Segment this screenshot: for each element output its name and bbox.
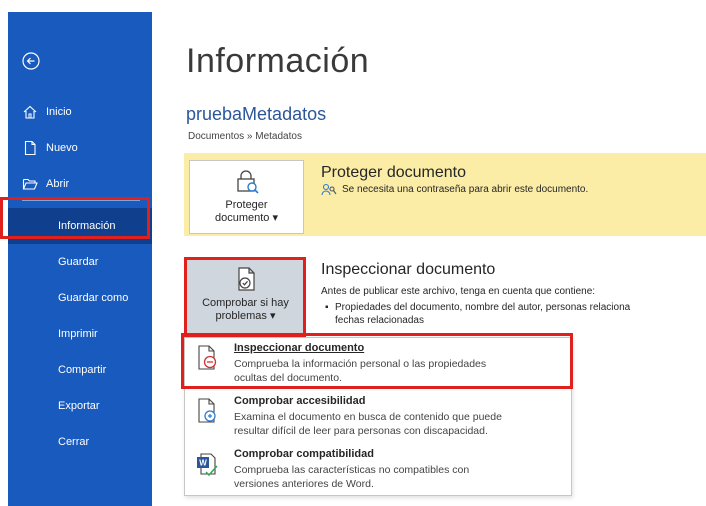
menu-item-desc-line: resultar difícil de leer para personas c… [234, 425, 488, 437]
lock-magnifier-icon [236, 170, 259, 194]
sidebar-item-label: Guardar [58, 256, 99, 268]
sidebar-item-cerrar[interactable]: Cerrar [8, 424, 152, 460]
sidebar-item-nuevo[interactable]: Nuevo [8, 130, 152, 166]
inspect-bullet-text-cont: fechas relacionadas [335, 315, 424, 326]
home-icon [23, 105, 37, 119]
protect-document-button[interactable]: Proteger documento ▾ [189, 160, 304, 234]
sidebar-item-label: Guardar como [58, 292, 129, 304]
sidebar-item-label: Imprimir [58, 328, 98, 340]
backstage-sidebar: Inicio Nuevo Abrir Información Guardar G… [8, 12, 152, 506]
inspect-description: Antes de publicar este archivo, tenga en… [321, 286, 596, 297]
sidebar-main-nav: Información Guardar Guardar como Imprimi… [8, 208, 152, 460]
highlight-box-informacion [0, 197, 150, 239]
sidebar-item-label: Nuevo [46, 142, 78, 154]
protect-title: Proteger documento [321, 164, 466, 181]
menu-item-description: Examina el documento en busca de conteni… [234, 410, 564, 438]
sidebar-item-label: Inicio [46, 106, 72, 118]
sidebar-item-guardar[interactable]: Guardar [8, 244, 152, 280]
page-title: Información [186, 42, 370, 80]
bullet-icon: ▪ [325, 302, 329, 313]
protect-description: Se necesita una contraseña para abrir es… [321, 183, 588, 196]
svg-text:W: W [199, 459, 207, 468]
inspect-title: Inspeccionar documento [321, 261, 496, 278]
sidebar-item-label: Abrir [46, 178, 70, 190]
highlight-box-check-button [184, 257, 306, 339]
inspect-bullet: ▪ Propiedades del documento, nombre del a… [325, 301, 706, 327]
protect-button-label-line1: Proteger [225, 199, 268, 211]
sidebar-top-nav: Inicio Nuevo Abrir [8, 94, 152, 202]
sidebar-item-exportar[interactable]: Exportar [8, 388, 152, 424]
highlight-box-inspect-document [181, 333, 573, 389]
menu-item-check-compatibility[interactable]: W Comprobar compatibilidad Comprueba las… [185, 444, 571, 496]
menu-item-desc-line: Examina el documento en busca de conteni… [234, 411, 502, 423]
folder-open-icon [22, 178, 38, 190]
protect-description-text: Se necesita una contraseña para abrir es… [342, 184, 589, 195]
menu-item-desc-line: versiones anteriores de Word. [234, 478, 374, 490]
sidebar-item-label: Exportar [58, 400, 100, 412]
back-arrow-icon[interactable] [22, 52, 40, 70]
sidebar-item-label: Compartir [58, 364, 107, 376]
sidebar-item-label: Cerrar [58, 436, 90, 448]
menu-item-check-accessibility[interactable]: Comprobar accesibilidad Examina el docum… [185, 391, 571, 443]
word-compatibility-icon: W [197, 453, 218, 477]
menu-item-title: Comprobar accesibilidad [234, 395, 366, 407]
document-name: pruebaMetadatos [186, 104, 327, 124]
protect-button-label-line2: documento ▾ [214, 212, 278, 224]
sidebar-item-inicio[interactable]: Inicio [8, 94, 152, 130]
sidebar-item-guardar-como[interactable]: Guardar como [8, 280, 152, 316]
sidebar-item-compartir[interactable]: Compartir [8, 352, 152, 388]
users-key-icon [321, 183, 337, 196]
breadcrumb: Documentos » Metadatos [188, 131, 302, 142]
menu-item-title: Comprobar compatibilidad [234, 448, 374, 460]
sidebar-item-imprimir[interactable]: Imprimir [8, 316, 152, 352]
accessibility-check-icon [198, 398, 216, 423]
new-document-icon [24, 140, 36, 156]
menu-item-desc-line: Comprueba las características no compati… [234, 464, 470, 476]
menu-item-description: Comprueba las características no compati… [234, 463, 564, 491]
inspect-bullet-text: Propiedades del documento, nombre del au… [335, 302, 631, 313]
